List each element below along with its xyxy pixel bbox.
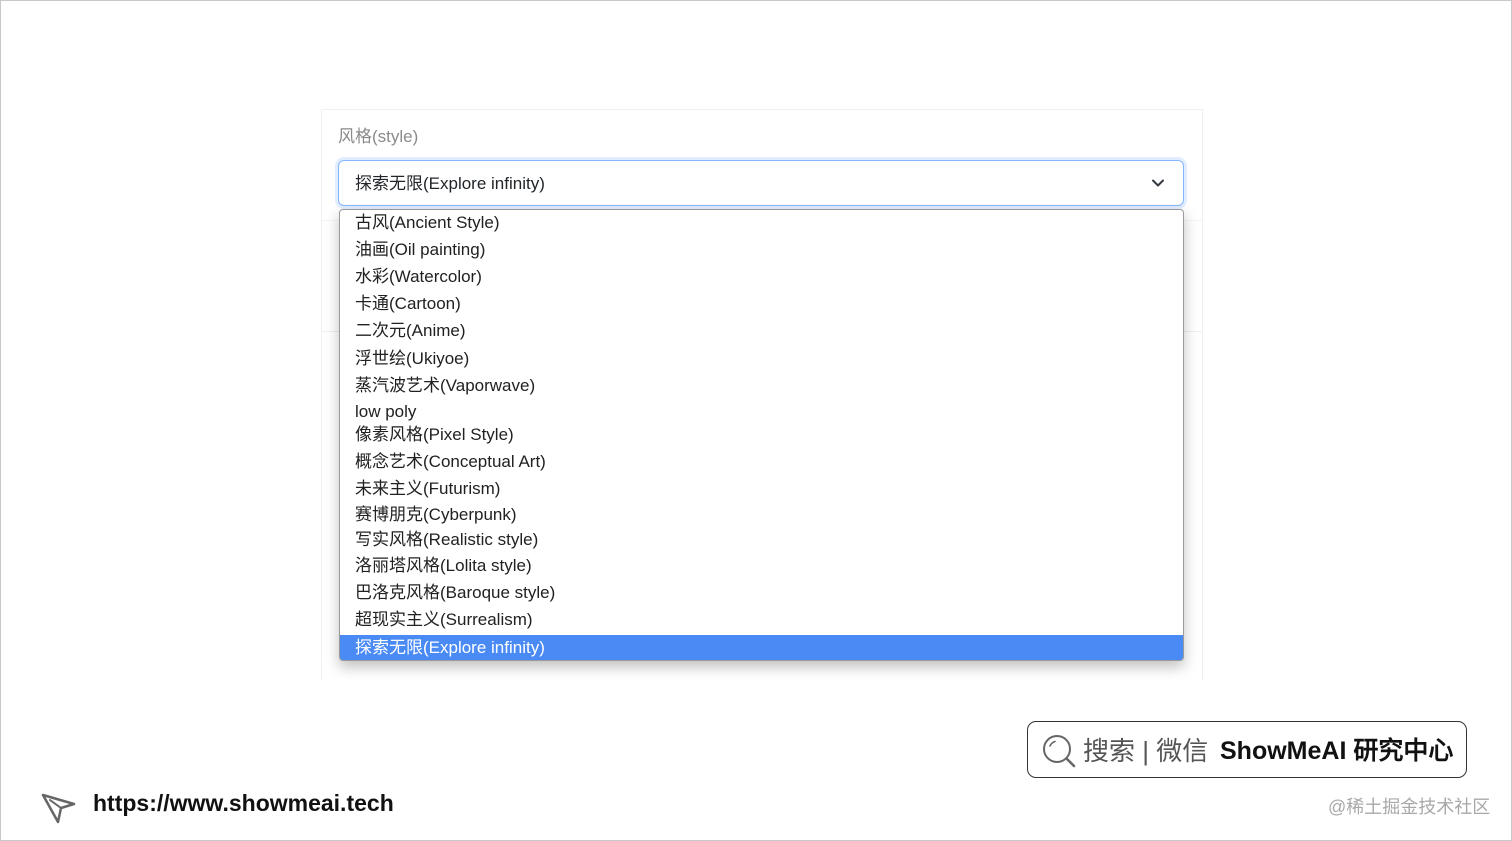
search-hint-text: 搜索 | 微信	[1083, 736, 1209, 766]
dropdown-option[interactable]: 蒸汽波艺术(Vaporwave)	[340, 373, 1183, 399]
dropdown-option[interactable]: 巴洛克风格(Baroque style)	[340, 580, 1183, 606]
site-url[interactable]: https://www.showmeai.tech	[93, 789, 394, 817]
dropdown-option[interactable]: 浮世绘(Ukiyoe)	[340, 346, 1183, 372]
dropdown-option[interactable]: 概念艺术(Conceptual Art)	[340, 449, 1183, 475]
dropdown-option[interactable]: 古风(Ancient Style)	[340, 210, 1183, 236]
watermark: @稀土掘金技术社区	[1328, 797, 1491, 817]
search-icon	[1043, 735, 1076, 768]
dropdown-option[interactable]: 写实风格(Realistic style)	[340, 527, 1183, 553]
style-dropdown-list: 古风(Ancient Style) 油画(Oil painting) 水彩(Wate…	[339, 209, 1184, 661]
chevron-down-icon	[1152, 179, 1164, 187]
dropdown-option[interactable]: 水彩(Watercolor)	[340, 264, 1183, 290]
dropdown-option[interactable]: 卡通(Cartoon)	[340, 291, 1183, 317]
wechat-search-badge: 搜索 | 微信 ShowMeAI 研究中心	[1027, 721, 1467, 778]
dropdown-option[interactable]: 探索无限(Explore infinity)	[340, 635, 1183, 660]
brand-name: ShowMeAI 研究中心	[1220, 737, 1454, 765]
dropdown-option[interactable]: 赛博朋克(Cyberpunk)	[340, 502, 1183, 528]
dropdown-option[interactable]: 洛丽塔风格(Lolita style)	[340, 553, 1183, 579]
dropdown-option[interactable]: 未来主义(Futurism)	[340, 476, 1183, 502]
dropdown-option[interactable]: 像素风格(Pixel Style)	[340, 422, 1183, 448]
cursor-arrow-icon	[41, 793, 76, 824]
select-current-value: 探索无限(Explore infinity)	[355, 174, 545, 193]
style-field-label: 风格(style)	[338, 127, 419, 146]
dropdown-option[interactable]: 超现实主义(Surrealism)	[340, 607, 1183, 633]
style-select[interactable]: 探索无限(Explore infinity)	[338, 160, 1184, 206]
dropdown-option[interactable]: 二次元(Anime)	[340, 318, 1183, 344]
dropdown-option[interactable]: 油画(Oil painting)	[340, 237, 1183, 263]
